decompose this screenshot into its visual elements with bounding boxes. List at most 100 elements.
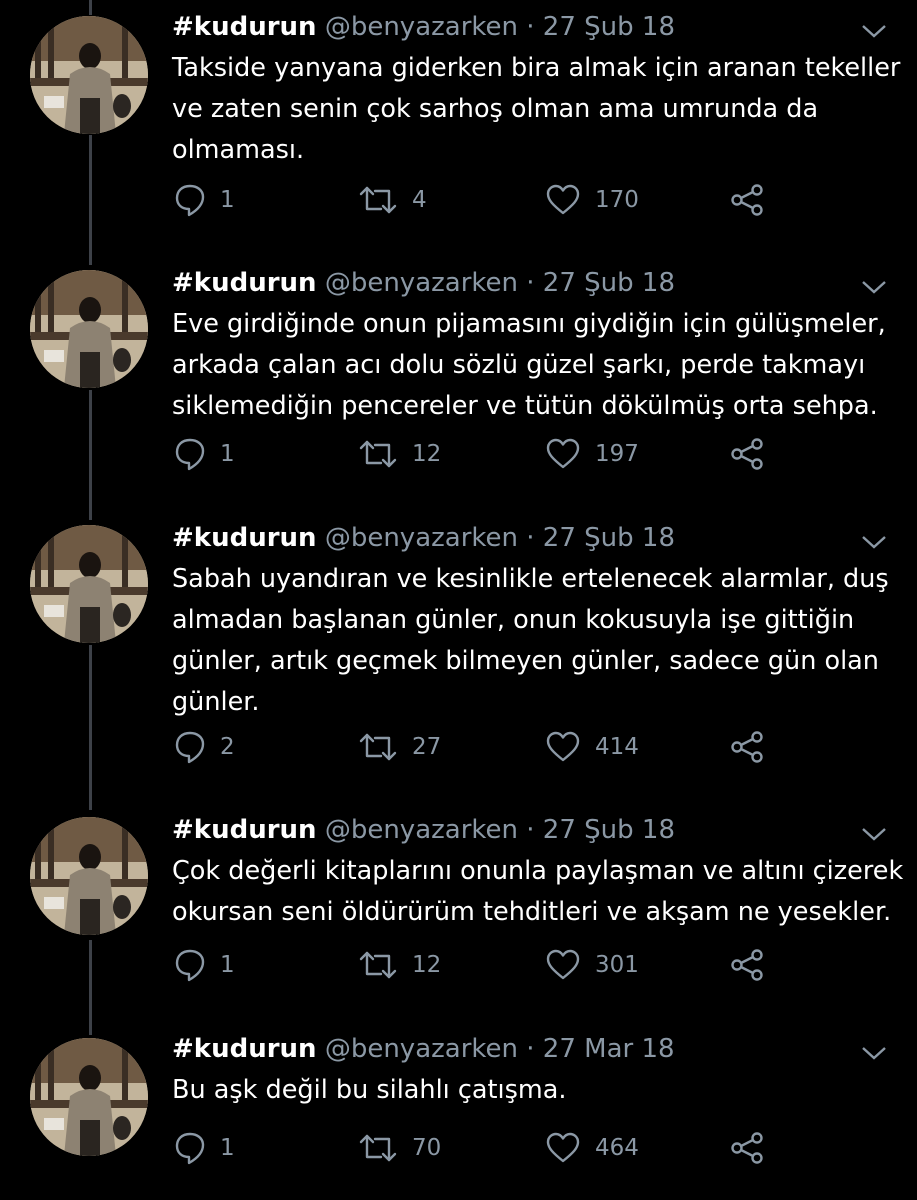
retweet-count: 12 bbox=[412, 441, 442, 467]
heart-icon bbox=[546, 949, 580, 980]
retweet-icon bbox=[359, 440, 397, 468]
handle[interactable]: @benyazarken bbox=[325, 523, 518, 553]
heart-icon bbox=[546, 1132, 580, 1163]
share-button[interactable] bbox=[730, 945, 766, 985]
share-icon bbox=[731, 949, 763, 981]
share-button[interactable] bbox=[730, 180, 766, 220]
chevron-down-icon[interactable] bbox=[860, 825, 888, 843]
share-icon bbox=[731, 184, 763, 216]
separator: · bbox=[526, 268, 535, 298]
display-name[interactable]: #kudurun bbox=[172, 12, 317, 42]
like-count: 170 bbox=[595, 187, 639, 213]
display-name[interactable]: #kudurun bbox=[172, 1034, 317, 1064]
reply-button[interactable]: 1 bbox=[174, 434, 235, 474]
action-bar: 1 12 301 bbox=[0, 945, 917, 985]
timestamp[interactable]: 27 Şub 18 bbox=[543, 268, 675, 298]
tweet-text: Çok değerli kitaplarını onunla paylaşman… bbox=[172, 856, 904, 927]
share-button[interactable] bbox=[730, 727, 766, 767]
timestamp[interactable]: 27 Şub 18 bbox=[543, 815, 675, 845]
display-name[interactable]: #kudurun bbox=[172, 268, 317, 298]
timestamp[interactable]: 27 Şub 18 bbox=[543, 523, 675, 553]
handle[interactable]: @benyazarken bbox=[325, 815, 518, 845]
handle[interactable]: @benyazarken bbox=[325, 268, 518, 298]
action-bar: 1 12 197 bbox=[0, 434, 917, 474]
avatar-image bbox=[30, 525, 148, 643]
reply-count: 1 bbox=[220, 952, 235, 978]
timestamp[interactable]: 27 Şub 18 bbox=[543, 12, 675, 42]
reply-icon bbox=[175, 731, 205, 764]
tweet-header: #kudurun @benyazarken · 27 Şub 18 bbox=[172, 10, 675, 44]
share-button[interactable] bbox=[730, 434, 766, 474]
retweet-count: 12 bbox=[412, 952, 442, 978]
reply-button[interactable]: 1 bbox=[174, 180, 235, 220]
retweet-count: 70 bbox=[412, 1135, 442, 1161]
reply-icon bbox=[175, 949, 205, 982]
reply-icon bbox=[175, 1132, 205, 1165]
share-icon bbox=[731, 1132, 763, 1164]
reply-button[interactable]: 1 bbox=[174, 945, 235, 985]
reply-icon bbox=[175, 184, 205, 217]
avatar-image bbox=[30, 817, 148, 935]
reply-icon bbox=[175, 438, 205, 471]
tweet-text: Eve girdiğinde onun pijamasını giydiğin … bbox=[172, 309, 886, 421]
reply-button[interactable]: 1 bbox=[174, 1128, 235, 1168]
avatar-image bbox=[30, 270, 148, 388]
tweet-text: Takside yanyana giderken bira almak için… bbox=[172, 53, 901, 165]
tweet-header: #kudurun @benyazarken · 27 Şub 18 bbox=[172, 521, 675, 555]
tweet-header: #kudurun @benyazarken · 27 Şub 18 bbox=[172, 266, 675, 300]
display-name[interactable]: #kudurun bbox=[172, 815, 317, 845]
heart-icon bbox=[546, 731, 580, 762]
retweet-count: 27 bbox=[412, 734, 442, 760]
like-count: 414 bbox=[595, 734, 639, 760]
retweet-button[interactable]: 4 bbox=[358, 180, 427, 220]
avatar[interactable] bbox=[30, 817, 148, 935]
reply-count: 2 bbox=[220, 734, 235, 760]
chevron-down-icon[interactable] bbox=[860, 1044, 888, 1062]
retweet-button[interactable]: 12 bbox=[358, 434, 441, 474]
separator: · bbox=[526, 523, 535, 553]
retweet-icon bbox=[359, 186, 397, 214]
like-button[interactable]: 197 bbox=[545, 434, 639, 474]
like-button[interactable]: 464 bbox=[545, 1128, 639, 1168]
like-count: 197 bbox=[595, 441, 639, 467]
retweet-icon bbox=[359, 1134, 397, 1162]
share-icon bbox=[731, 731, 763, 763]
retweet-button[interactable]: 12 bbox=[358, 945, 441, 985]
tweet-text: Bu aşk değil bu silahlı çatışma. bbox=[172, 1075, 567, 1105]
share-icon bbox=[731, 438, 763, 470]
chevron-down-icon[interactable] bbox=[860, 22, 888, 40]
reply-count: 1 bbox=[220, 1135, 235, 1161]
like-button[interactable]: 170 bbox=[545, 180, 639, 220]
retweet-button[interactable]: 70 bbox=[358, 1128, 441, 1168]
share-button[interactable] bbox=[730, 1128, 766, 1168]
reply-button[interactable]: 2 bbox=[174, 727, 235, 767]
display-name[interactable]: #kudurun bbox=[172, 523, 317, 553]
heart-icon bbox=[546, 438, 580, 469]
timestamp[interactable]: 27 Mar 18 bbox=[543, 1034, 675, 1064]
separator: · bbox=[526, 815, 535, 845]
tweet-header: #kudurun @benyazarken · 27 Şub 18 bbox=[172, 813, 675, 847]
separator: · bbox=[526, 1034, 535, 1064]
heart-icon bbox=[546, 184, 580, 215]
avatar[interactable] bbox=[30, 16, 148, 134]
handle[interactable]: @benyazarken bbox=[325, 12, 518, 42]
chevron-down-icon[interactable] bbox=[860, 278, 888, 296]
thread-line bbox=[89, 0, 92, 15]
reply-count: 1 bbox=[220, 187, 235, 213]
avatar[interactable] bbox=[30, 270, 148, 388]
reply-count: 1 bbox=[220, 441, 235, 467]
like-button[interactable]: 301 bbox=[545, 945, 639, 985]
retweet-icon bbox=[359, 951, 397, 979]
avatar[interactable] bbox=[30, 525, 148, 643]
handle[interactable]: @benyazarken bbox=[325, 1034, 518, 1064]
tweet-header: #kudurun @benyazarken · 27 Mar 18 bbox=[172, 1032, 675, 1066]
chevron-down-icon[interactable] bbox=[860, 533, 888, 551]
like-button[interactable]: 414 bbox=[545, 727, 639, 767]
retweet-button[interactable]: 27 bbox=[358, 727, 441, 767]
action-bar: 1 4 170 bbox=[0, 180, 917, 220]
retweet-count: 4 bbox=[412, 187, 427, 213]
separator: · bbox=[526, 12, 535, 42]
avatar-image bbox=[30, 16, 148, 134]
retweet-icon bbox=[359, 733, 397, 761]
like-count: 464 bbox=[595, 1135, 639, 1161]
